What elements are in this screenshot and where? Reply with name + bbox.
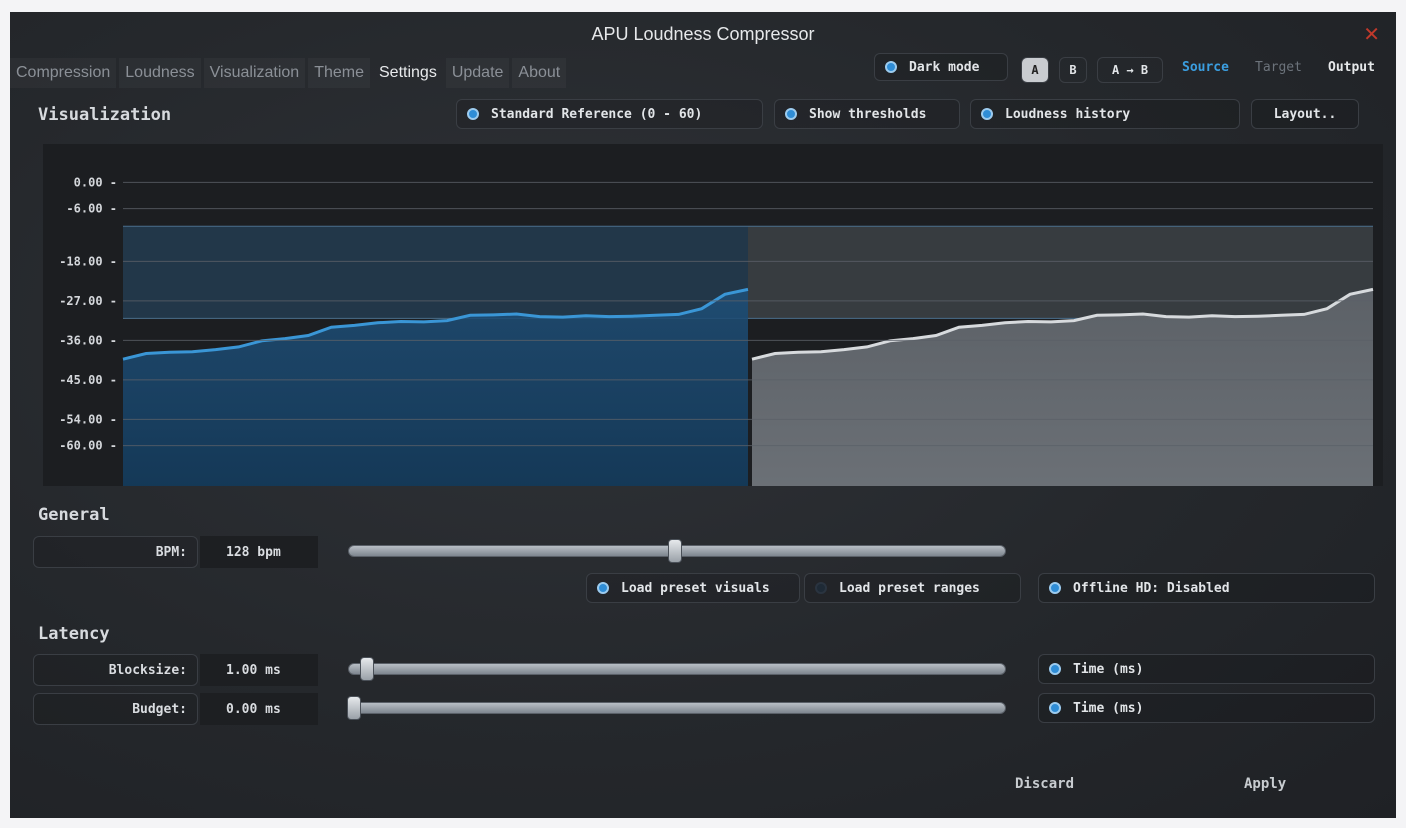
toggle-indicator-icon xyxy=(1049,663,1061,675)
blocksize-value[interactable]: 1.00 ms xyxy=(200,654,318,686)
toggle-indicator-icon xyxy=(785,108,797,120)
loudness-chart: 0.00 - -6.00 - -18.00 - -27.00 - -36.00 - -45… xyxy=(43,144,1383,486)
blocksize-time-toggle[interactable]: Time (ms) xyxy=(1038,654,1375,684)
y-tick-label: -45.00 - xyxy=(59,373,117,387)
toggle-indicator-icon xyxy=(1049,702,1061,714)
general-heading: General xyxy=(38,505,110,525)
discard-button[interactable]: Discard xyxy=(1015,776,1074,792)
blocksize-slider[interactable] xyxy=(348,657,1006,681)
y-tick-label: -60.00 - xyxy=(59,439,117,453)
app-window: APU Loudness Compressor ✕ Compression Lo… xyxy=(10,12,1396,818)
left-loudness-area xyxy=(123,289,748,486)
offline-hd-label: Offline HD: Disabled xyxy=(1073,580,1230,596)
standard-reference-toggle[interactable]: Standard Reference (0 - 60) xyxy=(456,99,763,129)
latency-heading: Latency xyxy=(38,624,110,644)
show-thresholds-toggle[interactable]: Show thresholds xyxy=(774,99,960,129)
loudness-chart-svg: 0.00 - -6.00 - -18.00 - -27.00 - -36.00 - -45… xyxy=(59,175,1374,486)
threshold-band-right xyxy=(748,226,1373,319)
blocksize-time-label: Time (ms) xyxy=(1073,661,1144,677)
load-preset-ranges-label: Load preset ranges xyxy=(839,580,980,596)
y-tick-label: -36.00 - xyxy=(59,333,117,347)
budget-slider-handle[interactable] xyxy=(347,696,361,720)
y-tick-label: 0.00 - xyxy=(74,175,117,189)
view-output-button[interactable]: Output xyxy=(1328,60,1375,75)
dark-mode-label: Dark mode xyxy=(909,59,980,75)
toggle-indicator-icon xyxy=(981,108,993,120)
layout-button[interactable]: Layout.. xyxy=(1251,99,1359,129)
tab-loudness[interactable]: Loudness xyxy=(119,58,200,88)
load-preset-visuals-label: Load preset visuals xyxy=(621,580,770,596)
view-source-button[interactable]: Source xyxy=(1182,60,1229,75)
tab-update[interactable]: Update xyxy=(446,58,510,88)
budget-time-toggle[interactable]: Time (ms) xyxy=(1038,693,1375,723)
budget-value[interactable]: 0.00 ms xyxy=(200,693,318,725)
tab-theme[interactable]: Theme xyxy=(308,58,370,88)
loudness-history-label: Loudness history xyxy=(1005,106,1131,122)
budget-slider[interactable] xyxy=(347,696,1006,720)
tab-compression[interactable]: Compression xyxy=(10,58,116,88)
loudness-history-toggle[interactable]: Loudness history xyxy=(970,99,1240,129)
view-target-button[interactable]: Target xyxy=(1255,60,1302,75)
copy-a-to-b-button[interactable]: A → B xyxy=(1097,57,1163,83)
bpm-slider[interactable] xyxy=(348,539,1006,563)
y-tick-label: -6.00 - xyxy=(66,202,117,216)
preset-a-button[interactable]: A xyxy=(1021,57,1049,83)
close-icon[interactable]: ✕ xyxy=(1363,22,1380,47)
window-title: APU Loudness Compressor xyxy=(591,24,815,44)
budget-label: Budget: xyxy=(33,693,198,725)
y-tick-label: -54.00 - xyxy=(59,412,117,426)
dark-mode-toggle[interactable]: Dark mode xyxy=(874,53,1008,81)
threshold-band-left xyxy=(123,226,748,319)
standard-reference-label: Standard Reference (0 - 60) xyxy=(491,106,703,122)
tab-settings[interactable]: Settings xyxy=(373,58,443,88)
toggle-indicator-icon xyxy=(597,582,609,594)
apply-button[interactable]: Apply xyxy=(1244,776,1286,792)
blocksize-label: Blocksize: xyxy=(33,654,198,686)
bpm-value[interactable]: 128 bpm xyxy=(200,536,318,568)
bpm-slider-handle[interactable] xyxy=(668,539,682,563)
budget-time-label: Time (ms) xyxy=(1073,700,1144,716)
tab-bar: Compression Loudness Visualization Theme… xyxy=(10,58,569,88)
right-loudness-area xyxy=(752,289,1373,486)
visualization-heading: Visualization xyxy=(38,105,172,125)
toggle-indicator-icon xyxy=(815,582,827,594)
offline-hd-toggle[interactable]: Offline HD: Disabled xyxy=(1038,573,1375,603)
show-thresholds-label: Show thresholds xyxy=(809,106,927,122)
load-preset-visuals-toggle[interactable]: Load preset visuals xyxy=(586,573,800,603)
toggle-indicator-icon xyxy=(1049,582,1061,594)
toggle-indicator-icon xyxy=(885,61,897,73)
y-tick-label: -27.00 - xyxy=(59,294,117,308)
blocksize-slider-handle[interactable] xyxy=(359,657,374,681)
bpm-label: BPM: xyxy=(33,536,198,568)
tab-visualization[interactable]: Visualization xyxy=(204,58,306,88)
preset-b-button[interactable]: B xyxy=(1059,57,1087,83)
y-tick-label: -18.00 - xyxy=(59,254,117,268)
toggle-indicator-icon xyxy=(467,108,479,120)
tab-about[interactable]: About xyxy=(512,58,566,88)
load-preset-ranges-toggle[interactable]: Load preset ranges xyxy=(804,573,1021,603)
